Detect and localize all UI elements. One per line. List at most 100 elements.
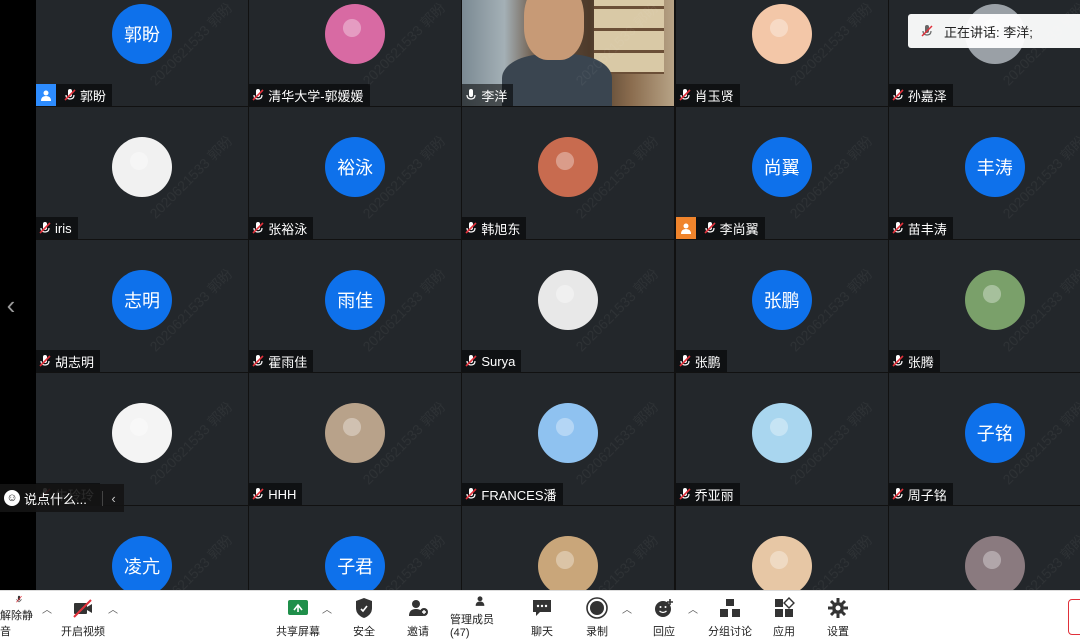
reactions-label: 回应 <box>653 626 675 638</box>
chat-input-placeholder[interactable]: 说点什么... <box>24 489 87 508</box>
participant-avatar <box>751 4 812 64</box>
participant-tile[interactable]: 志明 2020621533 郭盼 胡志明 <box>36 240 248 372</box>
user-badge-icon <box>675 217 696 239</box>
invite-label: 邀请 <box>407 626 429 638</box>
muted-mic-icon <box>252 355 264 367</box>
participant-nameplate: 乔亚丽 <box>675 483 740 505</box>
start-video-label: 开启视频 <box>61 626 105 638</box>
video-options-caret-icon[interactable]: ︿ <box>108 601 118 616</box>
participant-tile[interactable]: 2020621533 郭盼 张腾 <box>888 240 1080 372</box>
participant-avatar: 雨佳 <box>325 270 386 330</box>
record-icon <box>586 597 608 619</box>
participant-tile[interactable]: 2020621533 郭盼 韩旭东 <box>462 107 675 239</box>
participant-nameplate: 张裕泳 <box>249 217 314 239</box>
participant-tile[interactable]: 2020621533 郭盼 乔亚丽 <box>675 373 888 505</box>
active-speaker-banner: 正在讲话: 李洋; <box>908 14 1080 48</box>
participant-nameplate: iris <box>36 217 78 239</box>
participant-name: 郭盼 <box>80 88 107 104</box>
record-options-caret-icon[interactable]: ︿ <box>622 601 632 616</box>
muted-mic-icon <box>64 89 76 101</box>
participants-label: 管理成员(47) <box>450 614 494 639</box>
participant-nameplate: 韩旭东 <box>462 217 527 239</box>
participants-button[interactable]: 管理成员(47) <box>450 595 510 639</box>
participant-tile[interactable]: 裕泳 2020621533 郭盼 张裕泳 <box>249 107 462 239</box>
end-meeting-button-partial[interactable] <box>1068 599 1080 635</box>
unmute-button[interactable]: 解除静音 <box>0 595 38 639</box>
previous-page-arrow-icon[interactable]: ‹ <box>0 285 22 325</box>
participant-avatar <box>538 137 599 197</box>
breakout-rooms-icon <box>720 599 740 617</box>
participant-name: FRANCES潘 <box>481 487 557 503</box>
participant-tile[interactable]: 2020621533 郭盼 iris <box>36 107 248 239</box>
participant-avatar <box>538 403 599 463</box>
mic-icon <box>466 89 476 100</box>
participant-tile[interactable]: 雨佳 2020621533 郭盼 霍雨佳 <box>249 240 462 372</box>
invite-button[interactable]: 邀请 <box>404 595 432 639</box>
participant-tile[interactable]: 丰涛 2020621533 郭盼 苗丰涛 <box>888 107 1080 239</box>
security-button[interactable]: 安全 <box>350 595 378 639</box>
user-badge-icon <box>36 84 56 106</box>
participant-name: 张裕泳 <box>268 221 308 237</box>
participant-tile[interactable]: 子铭 2020621533 郭盼 周子铭 <box>888 373 1080 505</box>
emoji-icon[interactable]: ☺ <box>4 490 20 506</box>
participant-avatar: 子君 <box>325 536 386 596</box>
participant-avatar <box>751 536 812 596</box>
video-off-icon <box>73 599 92 618</box>
participant-avatar <box>538 270 599 330</box>
unmute-label: 解除静音 <box>0 610 33 638</box>
muted-mic-icon <box>252 222 264 234</box>
participant-name: 李尚翼 <box>719 221 759 237</box>
participant-nameplate: 张腾 <box>888 350 940 372</box>
meeting-window: ‹ 郭盼 2020621533 郭盼 郭盼 2020621533 郭盼 清华大学-郭媛媛… <box>0 0 1080 642</box>
participant-tile[interactable]: 2020621533 郭盼 肖玉贤 <box>675 0 888 106</box>
participant-avatar <box>325 4 386 64</box>
record-button[interactable]: 录制 <box>583 595 611 639</box>
participant-tile[interactable]: 张鹏 2020621533 郭盼 张鹏 <box>675 240 888 372</box>
share-screen-button[interactable]: 共享屏幕 <box>276 595 320 639</box>
participant-tile[interactable]: 2020621533 郭盼李洋 <box>462 0 675 106</box>
collapse-chevron-icon[interactable]: ‹ <box>102 490 124 506</box>
participant-nameplate: 李尚翼 <box>675 217 765 239</box>
apps-button[interactable]: 应用 <box>770 595 798 639</box>
participant-name: Surya <box>481 353 516 369</box>
participant-name: 霍雨佳 <box>268 354 308 370</box>
muted-mic-icon <box>892 222 904 234</box>
participant-nameplate: 霍雨佳 <box>249 350 314 372</box>
start-video-button[interactable]: 开启视频 <box>60 595 106 639</box>
add-user-icon <box>409 600 428 616</box>
muted-mic-icon <box>465 488 477 500</box>
participant-avatar: 志明 <box>112 270 172 330</box>
participant-tile[interactable]: 2020621533 郭盼 FRANCES潘 <box>462 373 675 505</box>
participant-avatar: 郭盼 <box>112 4 172 64</box>
participant-tile[interactable]: 2020621533 郭盼 Surya <box>462 240 675 372</box>
participant-tile[interactable]: 尚翼 2020621533 郭盼 李尚翼 <box>675 107 888 239</box>
participant-name: 周子铭 <box>907 487 947 503</box>
reactions-button[interactable]: 回应 <box>650 595 678 639</box>
emoji-reaction-icon <box>655 599 673 617</box>
breakout-rooms-button[interactable]: 分组讨论 <box>708 595 752 639</box>
participant-tile[interactable]: 2020621533 郭盼 HHH <box>249 373 462 505</box>
reactions-options-caret-icon[interactable]: ︿ <box>688 601 698 616</box>
security-label: 安全 <box>353 626 375 638</box>
participant-avatar <box>538 536 599 596</box>
muted-mic-icon <box>39 222 51 234</box>
participant-avatar: 张鹏 <box>751 270 812 330</box>
audio-options-caret-icon[interactable]: ︿ <box>42 601 52 616</box>
muted-mic-icon <box>39 355 51 367</box>
muted-mic-icon <box>465 222 477 234</box>
chat-button[interactable]: 聊天 <box>528 595 556 639</box>
participant-nameplate: 苗丰涛 <box>888 217 953 239</box>
participant-name: iris <box>55 220 72 236</box>
participant-name: 乔亚丽 <box>694 487 734 503</box>
muted-mic-icon <box>921 25 933 37</box>
participant-tile[interactable]: 郭盼 2020621533 郭盼 郭盼 <box>36 0 248 106</box>
muted-mic-icon <box>892 488 904 500</box>
participant-nameplate: Surya <box>462 350 522 372</box>
settings-button[interactable]: 设置 <box>824 595 852 639</box>
quick-chat-bar[interactable]: ☺ 说点什么... ‹ <box>0 484 124 512</box>
share-screen-icon <box>288 600 308 615</box>
muted-mic-icon <box>892 89 904 101</box>
participant-tile[interactable]: 2020621533 郭盼 清华大学-郭媛媛 <box>249 0 462 106</box>
share-options-caret-icon[interactable]: ︿ <box>322 601 332 616</box>
participant-name: 肖玉贤 <box>694 88 734 104</box>
